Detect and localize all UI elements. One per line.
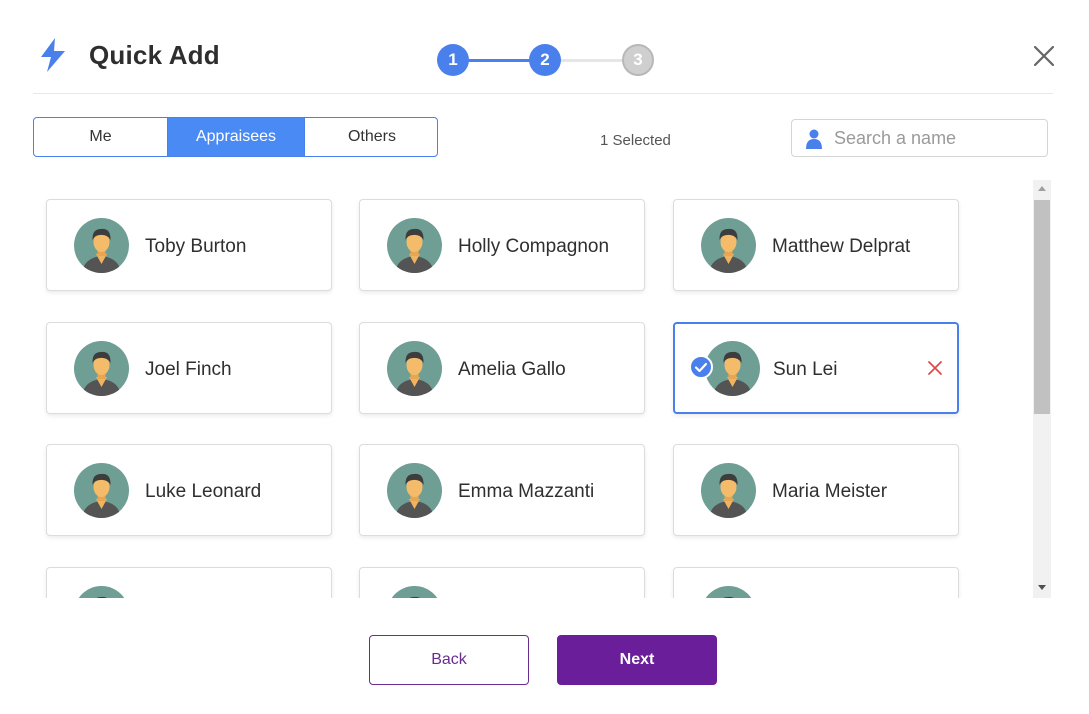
tab-appraisees[interactable]: Appraisees bbox=[168, 118, 305, 156]
avatar-icon bbox=[74, 341, 129, 396]
search-input[interactable] bbox=[834, 120, 1034, 156]
step-3: 3 bbox=[622, 44, 654, 76]
person-card[interactable]: Joel Finch bbox=[46, 322, 332, 414]
person-card[interactable]: Luke Leonard bbox=[46, 444, 332, 536]
avatar-icon bbox=[387, 463, 442, 518]
scroll-up-arrow-icon[interactable] bbox=[1033, 180, 1051, 198]
audience-tabs: Me Appraisees Others bbox=[33, 117, 438, 157]
person-card[interactable]: Emma Mazzanti bbox=[359, 444, 645, 536]
person-name: Matthew Delprat bbox=[772, 236, 911, 257]
person-card[interactable] bbox=[673, 567, 959, 598]
search-box bbox=[791, 119, 1048, 157]
person-name: Maria Meister bbox=[772, 481, 888, 502]
person-card[interactable] bbox=[46, 567, 332, 598]
people-list-scrollbar[interactable] bbox=[1033, 180, 1051, 598]
person-icon bbox=[806, 129, 822, 149]
tab-me[interactable]: Me bbox=[34, 118, 168, 156]
selected-count: 1 Selected bbox=[600, 132, 671, 149]
person-name: Sun Lei bbox=[773, 359, 838, 380]
back-button[interactable]: Back bbox=[369, 635, 529, 685]
dialog-header: Quick Add 1 2 3 bbox=[0, 0, 1089, 94]
avatar-icon bbox=[701, 218, 756, 273]
lightning-bolt-icon bbox=[41, 38, 65, 72]
avatar-icon bbox=[78, 586, 125, 598]
avatar-icon bbox=[391, 586, 438, 598]
stepper: 1 2 3 bbox=[436, 43, 656, 77]
scroll-down-arrow-icon[interactable] bbox=[1033, 578, 1051, 596]
avatar-icon bbox=[387, 341, 442, 396]
person-name: Toby Burton bbox=[145, 236, 247, 257]
check-icon bbox=[689, 355, 713, 379]
tab-others[interactable]: Others bbox=[305, 118, 437, 156]
header-divider bbox=[33, 93, 1053, 94]
person-name: Amelia Gallo bbox=[458, 359, 566, 380]
avatar-icon bbox=[74, 463, 129, 518]
person-card[interactable]: Matthew Delprat bbox=[673, 199, 959, 291]
person-card[interactable]: Holly Compagnon bbox=[359, 199, 645, 291]
person-card[interactable]: Amelia Gallo bbox=[359, 322, 645, 414]
scrollbar-thumb[interactable] bbox=[1034, 200, 1050, 414]
person-card[interactable]: Maria Meister bbox=[673, 444, 959, 536]
person-name: Holly Compagnon bbox=[458, 236, 610, 257]
people-list: Toby Burton Holly Compagnon Matthew Delpra… bbox=[33, 180, 1053, 598]
person-card[interactable]: Toby Burton bbox=[46, 199, 332, 291]
dialog-title: Quick Add bbox=[89, 40, 220, 70]
person-card[interactable]: Sun Lei bbox=[673, 322, 959, 414]
step-connector-upcoming bbox=[558, 59, 628, 62]
person-name: Luke Leonard bbox=[145, 481, 262, 502]
step-2: 2 bbox=[529, 44, 561, 76]
avatar-icon bbox=[705, 586, 752, 598]
avatar-icon bbox=[387, 218, 442, 273]
step-1: 1 bbox=[437, 44, 469, 76]
avatar-icon bbox=[701, 463, 756, 518]
person-name: Emma Mazzanti bbox=[458, 481, 595, 502]
close-icon[interactable] bbox=[1030, 42, 1058, 70]
avatar-icon bbox=[705, 341, 760, 396]
avatar-icon bbox=[74, 218, 129, 273]
next-button[interactable]: Next bbox=[557, 635, 717, 685]
person-name: Joel Finch bbox=[145, 359, 232, 380]
remove-icon[interactable] bbox=[927, 360, 943, 376]
person-card[interactable] bbox=[359, 567, 645, 598]
